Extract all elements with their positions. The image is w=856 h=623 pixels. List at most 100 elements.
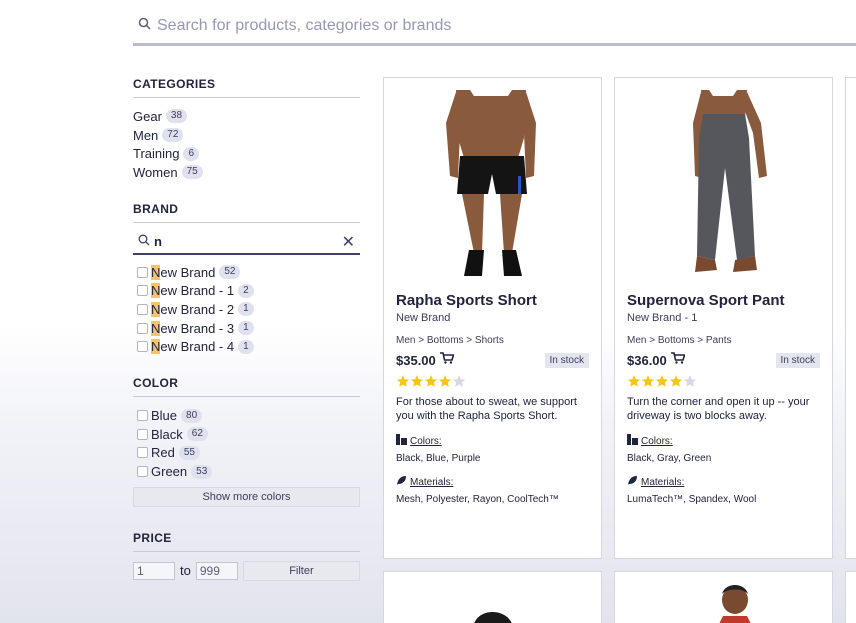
price-line: $36.00 In stock xyxy=(627,351,820,369)
color-label: Green xyxy=(151,464,188,480)
product-name[interactable]: Supernova Sport Pant xyxy=(627,292,820,309)
product-brand: New Brand xyxy=(396,312,451,324)
category-label: Women xyxy=(133,164,178,180)
filter-button[interactable]: Filter xyxy=(242,560,360,581)
colors-label[interactable]: Colors: xyxy=(410,436,442,447)
color-checkbox[interactable] xyxy=(137,447,148,459)
price-max-input[interactable]: 999 xyxy=(195,561,238,580)
product-brand: New Brand - 1 xyxy=(627,312,698,324)
palette-icon xyxy=(396,434,407,448)
leaf-icon xyxy=(627,475,638,489)
price-line: $35.00 In stock xyxy=(396,351,589,369)
materials-value: LumaTech™, Spandex, Wool xyxy=(627,494,757,505)
product-card-partial[interactable] xyxy=(614,571,833,623)
color-checkbox[interactable] xyxy=(137,428,148,440)
brand-list: New Brand 52 New Brand - 1 2 New Brand -… xyxy=(133,263,360,356)
brand-count: 1 xyxy=(238,339,254,354)
product-card-partial[interactable] xyxy=(845,571,856,623)
product-card-partial[interactable] xyxy=(845,77,856,559)
brand-highlight: N xyxy=(151,301,161,317)
product-info: Supernova Sport Pant New Brand - 1 Men >… xyxy=(627,292,820,505)
color-title: COLOR xyxy=(133,376,360,398)
brand-count: 1 xyxy=(238,321,254,336)
brand-item[interactable]: New Brand - 1 2 xyxy=(133,281,360,300)
categories-title: CATEGORIES xyxy=(133,77,360,98)
star-icon xyxy=(438,375,452,387)
star-icon xyxy=(641,375,655,387)
price-range: 1 to 999 Filter xyxy=(133,560,360,581)
color-count: 53 xyxy=(191,464,213,479)
color-checkbox[interactable] xyxy=(137,410,148,422)
search-bar[interactable] xyxy=(133,8,856,46)
product-category: Men > Bottoms > Pants xyxy=(627,335,732,346)
star-icon xyxy=(396,375,410,387)
brand-checkbox[interactable] xyxy=(137,341,148,353)
materials-value: Mesh, Polyester, Rayon, CoolTech™ xyxy=(396,494,559,505)
brand-checkbox[interactable] xyxy=(137,266,148,278)
product-image xyxy=(719,585,751,623)
product-description: For those about to sweat, we support you… xyxy=(396,396,577,422)
category-label: Training xyxy=(133,146,180,162)
price-min-input[interactable]: 1 xyxy=(133,561,175,580)
price-to-label: to xyxy=(180,563,191,579)
product-image xyxy=(384,78,601,290)
stock-badge: In stock xyxy=(775,352,820,368)
category-item-women[interactable]: Women 75 xyxy=(133,163,360,182)
category-item-men[interactable]: Men 72 xyxy=(133,126,360,145)
star-icon xyxy=(683,375,697,387)
colors-value: Black, Blue, Purple xyxy=(396,453,481,464)
color-checkbox[interactable] xyxy=(137,466,148,478)
rating-stars xyxy=(627,374,820,390)
product-card-partial[interactable] xyxy=(383,571,602,623)
brand-item[interactable]: New Brand - 4 1 xyxy=(133,338,360,357)
brand-item[interactable]: New Brand 52 xyxy=(133,263,360,282)
category-count: 72 xyxy=(162,128,184,143)
product-name[interactable]: Rapha Sports Short xyxy=(396,292,589,309)
brand-count: 52 xyxy=(219,265,241,280)
colors-attribute: Colors: xyxy=(627,434,820,448)
brand-highlight: N xyxy=(151,264,161,280)
product-category: Men > Bottoms > Shorts xyxy=(396,335,504,346)
color-item-green[interactable]: Green 53 xyxy=(133,462,360,481)
product-card[interactable]: Supernova Sport Pant New Brand - 1 Men >… xyxy=(614,77,833,559)
brand-count: 2 xyxy=(238,283,254,298)
cart-icon[interactable] xyxy=(670,351,686,369)
color-item-blue[interactable]: Blue 80 xyxy=(133,406,360,425)
clear-icon[interactable]: ✕ xyxy=(342,232,355,252)
color-item-red[interactable]: Red 55 xyxy=(133,444,360,463)
brand-checkbox[interactable] xyxy=(137,303,148,315)
color-item-black[interactable]: Black 62 xyxy=(133,425,360,444)
product-card[interactable]: Rapha Sports Short New Brand Men > Botto… xyxy=(383,77,602,559)
brand-label: ew Brand - 1 xyxy=(160,283,235,299)
brand-search-input[interactable]: n xyxy=(154,234,342,249)
product-info: Rapha Sports Short New Brand Men > Botto… xyxy=(396,292,589,505)
product-image xyxy=(474,612,512,623)
colors-attribute: Colors: xyxy=(396,434,589,448)
materials-label[interactable]: Materials: xyxy=(410,477,453,488)
color-list: Blue 80 Black 62 Red 55 Green 53 xyxy=(133,406,360,481)
colors-value: Black, Gray, Green xyxy=(627,453,712,464)
category-list: Gear 38 Men 72 Training 6 Women 75 xyxy=(133,107,360,182)
product-price: $36.00 xyxy=(627,352,667,368)
materials-attribute: Materials: xyxy=(396,475,589,489)
colors-label[interactable]: Colors: xyxy=(641,436,673,447)
category-count: 38 xyxy=(165,109,188,124)
category-count: 75 xyxy=(181,165,203,180)
brand-search-box[interactable]: n ✕ xyxy=(133,231,360,255)
category-item-gear[interactable]: Gear 38 xyxy=(133,107,360,126)
stock-badge: In stock xyxy=(544,352,589,368)
materials-label[interactable]: Materials: xyxy=(641,477,684,488)
color-label: Black xyxy=(151,426,183,442)
search-input[interactable] xyxy=(157,16,757,35)
brand-checkbox[interactable] xyxy=(137,322,148,334)
show-more-colors-button[interactable]: Show more colors xyxy=(133,486,360,507)
star-icon xyxy=(627,375,641,387)
palette-icon xyxy=(627,434,638,448)
star-icon xyxy=(452,375,466,387)
brand-item[interactable]: New Brand - 2 1 xyxy=(133,300,360,319)
cart-icon[interactable] xyxy=(439,351,455,369)
category-item-training[interactable]: Training 6 xyxy=(133,144,360,163)
materials-attribute: Materials: xyxy=(627,475,820,489)
brand-item[interactable]: New Brand - 3 1 xyxy=(133,319,360,338)
brand-checkbox[interactable] xyxy=(137,285,148,297)
